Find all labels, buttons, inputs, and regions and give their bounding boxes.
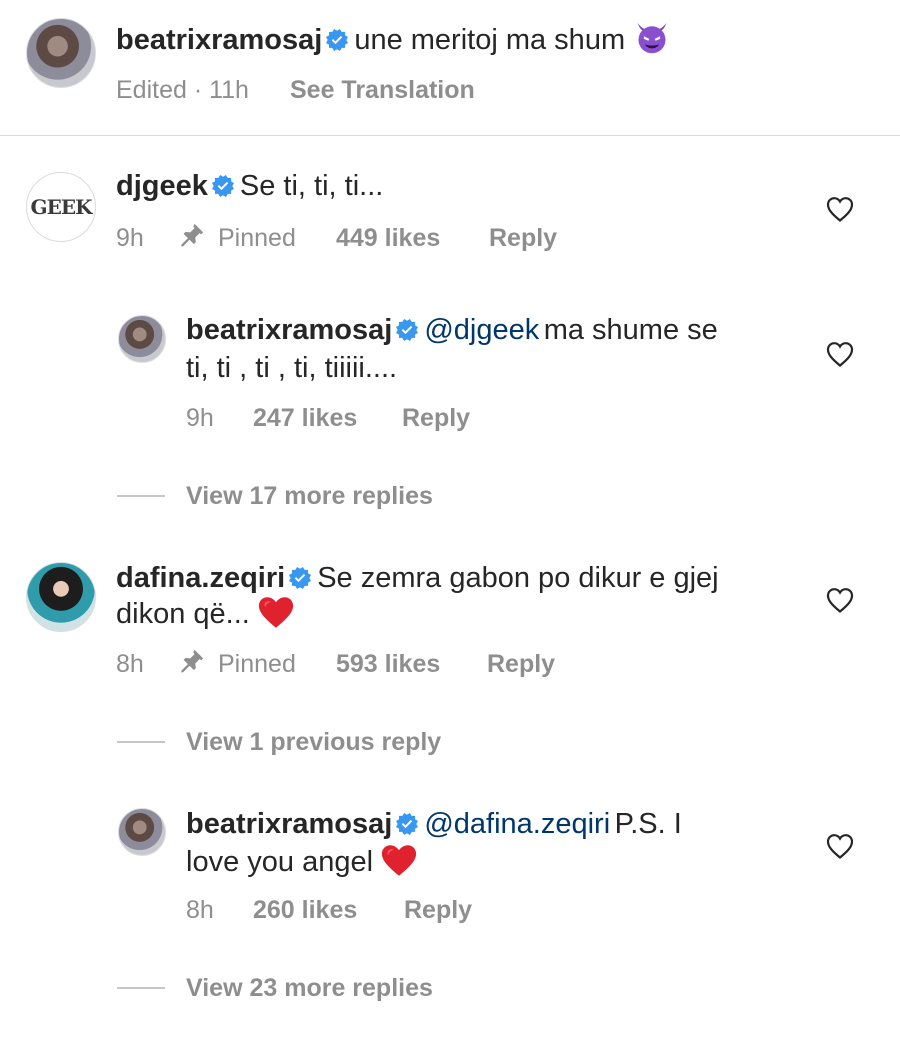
reply-body-line2: love you angel: [186, 846, 374, 878]
reply-beatrix-djgeek: beatrixramosaj @djgeek ma shume se ti, ti…: [186, 312, 786, 386]
caption-edited-time: Edited · 11h: [116, 76, 249, 104]
view-more-replies-button[interactable]: View 23 more replies: [186, 974, 433, 1003]
caption-divider: [0, 135, 900, 136]
reply-beatrix-dafina: beatrixramosaj @dafina.zeqiri P.S. I love…: [186, 806, 786, 880]
heart-outline-icon[interactable]: [826, 833, 854, 859]
caption-text: beatrixramosaj une meritoj ma shum: [116, 20, 670, 58]
comment-time: 9h: [116, 224, 144, 252]
comment-body-line2: dikon që...: [116, 598, 250, 630]
verified-badge-icon: [396, 319, 418, 341]
comment-username[interactable]: dafina.zeqiri: [116, 562, 285, 594]
heart-outline-icon[interactable]: [826, 587, 854, 613]
comment-body-line1: Se zemra gabon po dikur e gjej: [317, 562, 719, 594]
caption-body: une meritoj ma shum: [354, 24, 626, 56]
view-replies-rule: [117, 741, 165, 743]
verified-badge-icon: [212, 175, 234, 197]
reply-body-line1: ma shume se: [543, 314, 718, 346]
heart-outline-icon[interactable]: [826, 196, 854, 222]
view-replies-rule: [117, 987, 165, 989]
reply-button[interactable]: Reply: [402, 404, 470, 433]
reply-button[interactable]: Reply: [404, 896, 472, 925]
verified-badge-icon: [289, 567, 311, 589]
likes-count[interactable]: 449 likes: [336, 224, 440, 253]
view-more-replies-button[interactable]: View 17 more replies: [186, 482, 433, 511]
verified-badge-icon: [326, 29, 348, 51]
devil-emoji-icon: [634, 20, 670, 56]
comment-body: Se ti, ti, ti...: [239, 170, 384, 202]
reply-mention[interactable]: @djgeek: [424, 314, 539, 346]
verified-badge-icon: [396, 813, 418, 835]
pinned-label: Pinned: [218, 650, 296, 678]
red-heart-emoji-icon: [381, 844, 417, 877]
pinned-label: Pinned: [218, 224, 296, 252]
dafina-avatar[interactable]: [26, 562, 96, 632]
caption-author-avatar[interactable]: [26, 18, 96, 88]
djgeek-avatar[interactable]: GEEK: [26, 172, 96, 242]
likes-count[interactable]: 593 likes: [336, 650, 440, 679]
reply-username[interactable]: beatrixramosaj: [186, 314, 392, 346]
pin-icon: [178, 647, 206, 675]
comment-time: 8h: [116, 650, 144, 678]
likes-count[interactable]: 247 likes: [253, 404, 357, 433]
red-heart-emoji-icon: [258, 596, 294, 629]
likes-count[interactable]: 260 likes: [253, 896, 357, 925]
caption-username[interactable]: beatrixramosaj: [116, 24, 322, 56]
reply-mention[interactable]: @dafina.zeqiri: [424, 808, 610, 840]
reply-button[interactable]: Reply: [487, 650, 555, 679]
reply-time: 9h: [186, 404, 214, 432]
reply-body-line1: P.S. I: [614, 808, 682, 840]
reply-author-avatar[interactable]: [118, 808, 166, 856]
view-previous-reply-button[interactable]: View 1 previous reply: [186, 728, 441, 757]
geek-logo-text: GEEK: [30, 195, 93, 219]
pin-icon: [178, 221, 206, 249]
reply-username[interactable]: beatrixramosaj: [186, 808, 392, 840]
comment-djgeek: djgeek Se ti, ti, ti...: [116, 168, 383, 204]
reply-button[interactable]: Reply: [489, 224, 557, 253]
view-replies-rule: [117, 495, 165, 497]
comment-dafina: dafina.zeqiri Se zemra gabon po dikur e g…: [116, 560, 816, 632]
reply-body-line2: ti, ti , ti , ti, tiiiii....: [186, 352, 398, 384]
see-translation-link[interactable]: See Translation: [290, 76, 475, 105]
heart-outline-icon[interactable]: [826, 341, 854, 367]
reply-author-avatar[interactable]: [118, 315, 166, 363]
reply-time: 8h: [186, 896, 214, 924]
comment-username[interactable]: djgeek: [116, 170, 208, 202]
